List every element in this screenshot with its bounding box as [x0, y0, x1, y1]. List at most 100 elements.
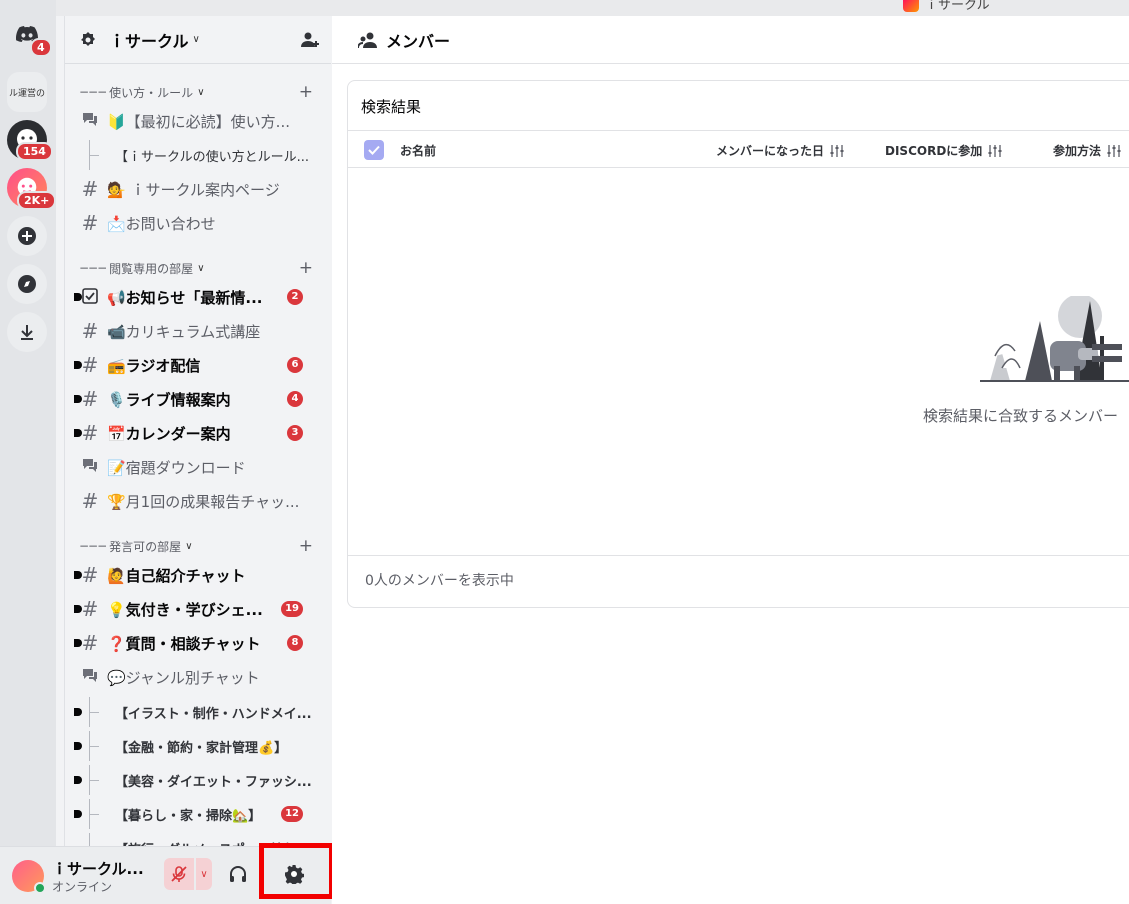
thread-item[interactable]: 【美容・ダイエット・ファッシ...: [74, 765, 319, 795]
thread-label: 【ｉサークルの使い方とルール...: [115, 149, 310, 165]
channel-label: 📻ラジオ配信: [107, 356, 201, 375]
members-icon: [358, 32, 377, 48]
home-button[interactable]: 4: [7, 14, 52, 57]
select-all-checkbox[interactable]: [364, 140, 384, 160]
category-dash: −−−: [79, 539, 107, 553]
member-count-text: 0人のメンバーを表示中: [365, 573, 514, 589]
user-settings-button[interactable]: [281, 861, 307, 887]
top-app-name: ｉサークル: [925, 0, 990, 13]
thread-spine: [79, 731, 109, 761]
add-channel-icon[interactable]: +: [299, 82, 313, 102]
category-usage[interactable]: −−− 使い方・ルール ∨ +: [79, 82, 319, 102]
unread-badge: 12: [281, 806, 303, 822]
main-content: メンバー 検索結果 お名前 メンバーになった日 DISCORDに参加 参加方法: [332, 16, 1129, 904]
guild-home-icon: [81, 31, 95, 46]
add-channel-icon[interactable]: +: [299, 536, 313, 556]
home-badge: 4: [30, 38, 52, 57]
headphones-icon: [230, 866, 246, 882]
column-discord-joined[interactable]: DISCORDに参加: [885, 142, 1002, 159]
channel-intro[interactable]: # 🙋自己紹介チャット: [74, 560, 319, 590]
column-member-since[interactable]: メンバーになった日: [716, 142, 844, 159]
channel-genre[interactable]: 💬ジャンル別チャット: [79, 662, 319, 692]
column-name[interactable]: お名前: [400, 142, 436, 159]
user-name: ｉサークル...: [52, 860, 144, 878]
table-header: お名前 メンバーになった日 DISCORDに参加 参加方法: [348, 130, 1129, 168]
server-text-button[interactable]: ル運営の: [7, 72, 47, 112]
hash-icon: #: [81, 489, 99, 513]
unread-badge: 8: [287, 635, 303, 651]
unread-indicator: [74, 639, 82, 647]
download-button[interactable]: [7, 312, 47, 352]
chevron-down-icon: ∨: [192, 34, 200, 45]
unread-badge: 3: [287, 425, 303, 441]
channel-calendar[interactable]: # 📅カレンダー案内 3: [74, 418, 319, 448]
app-mini-icon: [903, 0, 919, 12]
category-label: 使い方・ルール: [109, 85, 194, 100]
sort-sliders-icon: [830, 144, 844, 157]
hash-icon: #: [81, 421, 99, 445]
members-panel: 検索結果 お名前 メンバーになった日 DISCORDに参加 参加方法 検索結果に…: [347, 80, 1129, 608]
sort-sliders-icon: [1107, 144, 1121, 157]
channel-label: 🔰【最初に必読】使い方...: [107, 112, 290, 131]
hash-icon: #: [81, 319, 99, 343]
channel-guide[interactable]: # 💁 ｉサークル案内ページ: [79, 174, 319, 204]
channel-curriculum[interactable]: # 📹カリキュラム式講座: [79, 316, 319, 346]
hash-icon: #: [81, 597, 99, 621]
add-server-button[interactable]: [7, 216, 47, 256]
channel-learnings[interactable]: # 💡気付き・学びシェ... 19: [74, 594, 319, 624]
channel-questions[interactable]: # ❓質問・相談チャット 8: [74, 628, 319, 658]
channel-announcements[interactable]: 📢お知らせ「最新情... 2: [74, 282, 319, 312]
category-talk[interactable]: −−− 発言可の部屋 ∨ +: [79, 536, 319, 556]
category-label: 発言可の部屋: [109, 539, 182, 554]
thread-spine: [79, 697, 109, 727]
server-2-button[interactable]: 154: [7, 120, 53, 161]
column-label: メンバーになった日: [716, 144, 825, 158]
channel-label: 💬ジャンル別チャット: [107, 668, 260, 687]
thread-label: 【美容・ダイエット・ファッシ...: [115, 774, 312, 790]
unread-indicator: [74, 293, 82, 301]
category-dash: −−−: [79, 261, 107, 275]
unread-indicator: [74, 395, 82, 403]
column-join-method[interactable]: 参加方法: [1053, 142, 1121, 159]
channel-radio[interactable]: # 📻ラジオ配信 6: [74, 350, 319, 380]
channel-label: 📹カリキュラム式講座: [107, 322, 261, 341]
top-app-label: ｉサークル: [903, 0, 990, 13]
channel-live[interactable]: # 🎙️ライブ情報案内 4: [74, 384, 319, 414]
add-channel-icon[interactable]: +: [299, 258, 313, 278]
discover-button[interactable]: [7, 264, 47, 304]
mute-button[interactable]: [164, 858, 194, 890]
channel-forum[interactable]: 🔰【最初に必読】使い方...: [79, 106, 319, 136]
announcement-icon: [79, 285, 101, 309]
channel-monthly-report[interactable]: # 🏆月1回の成果報告チャッ...: [79, 486, 319, 516]
channel-label: 📝宿題ダウンロード: [107, 458, 246, 477]
mic-options-button[interactable]: ∨: [196, 858, 212, 890]
thread-item[interactable]: 【金融・節約・家計管理💰】: [74, 731, 319, 761]
chevron-down-icon: ∨: [197, 262, 205, 274]
unread-badge: 2: [287, 289, 303, 305]
empty-state-illustration: [980, 296, 1129, 382]
server-2-badge: 154: [16, 142, 53, 161]
thread-spine: [79, 140, 109, 170]
unread-indicator: [74, 605, 82, 613]
chevron-down-icon: ∨: [200, 868, 208, 880]
category-readonly[interactable]: −−− 閲覧専用の部屋 ∨ +: [79, 258, 319, 278]
thread-item[interactable]: 【イラスト・制作・ハンドメイ...: [74, 697, 319, 727]
channel-label: 💁 ｉサークル案内ページ: [107, 180, 280, 199]
deafen-button[interactable]: [224, 858, 252, 890]
thread-item[interactable]: 【ｉサークルの使い方とルール...: [79, 140, 319, 170]
guild-header[interactable]: ｉサークル ∨: [65, 16, 331, 64]
column-label: 参加方法: [1053, 144, 1102, 158]
channel-homework[interactable]: 📝宿題ダウンロード: [79, 452, 319, 482]
unread-badge: 19: [281, 601, 303, 617]
channel-label: ❓質問・相談チャット: [107, 634, 261, 653]
compass-icon: [18, 275, 36, 293]
avatar[interactable]: [12, 860, 46, 894]
column-label: DISCORDに参加: [885, 144, 983, 158]
forum-icon: [79, 455, 101, 479]
invite-user-icon[interactable]: [300, 30, 320, 50]
server-3-button[interactable]: 2K+: [7, 168, 57, 210]
channel-contact[interactable]: # 📩お問い合わせ: [79, 208, 319, 238]
gear-icon: [285, 865, 304, 884]
thread-item[interactable]: 【暮らし・家・掃除🏡】 12: [74, 799, 319, 829]
page-title: メンバー: [386, 31, 451, 51]
